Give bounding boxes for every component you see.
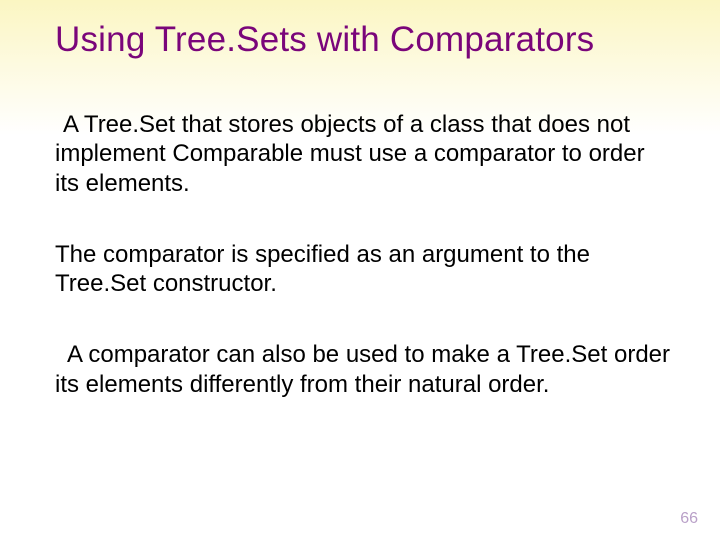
slide-title: Using Tree.Sets with Comparators	[55, 20, 690, 60]
page-number: 66	[680, 510, 698, 528]
paragraph-1: A Tree.Set that stores objects of a clas…	[55, 110, 672, 198]
paragraph-3: A comparator can also be used to make a …	[55, 340, 672, 399]
paragraph-2: The comparator is specified as an argume…	[55, 240, 672, 299]
slide-body: A Tree.Set that stores objects of a clas…	[55, 110, 672, 399]
slide: Using Tree.Sets with Comparators A Tree.…	[0, 0, 720, 540]
